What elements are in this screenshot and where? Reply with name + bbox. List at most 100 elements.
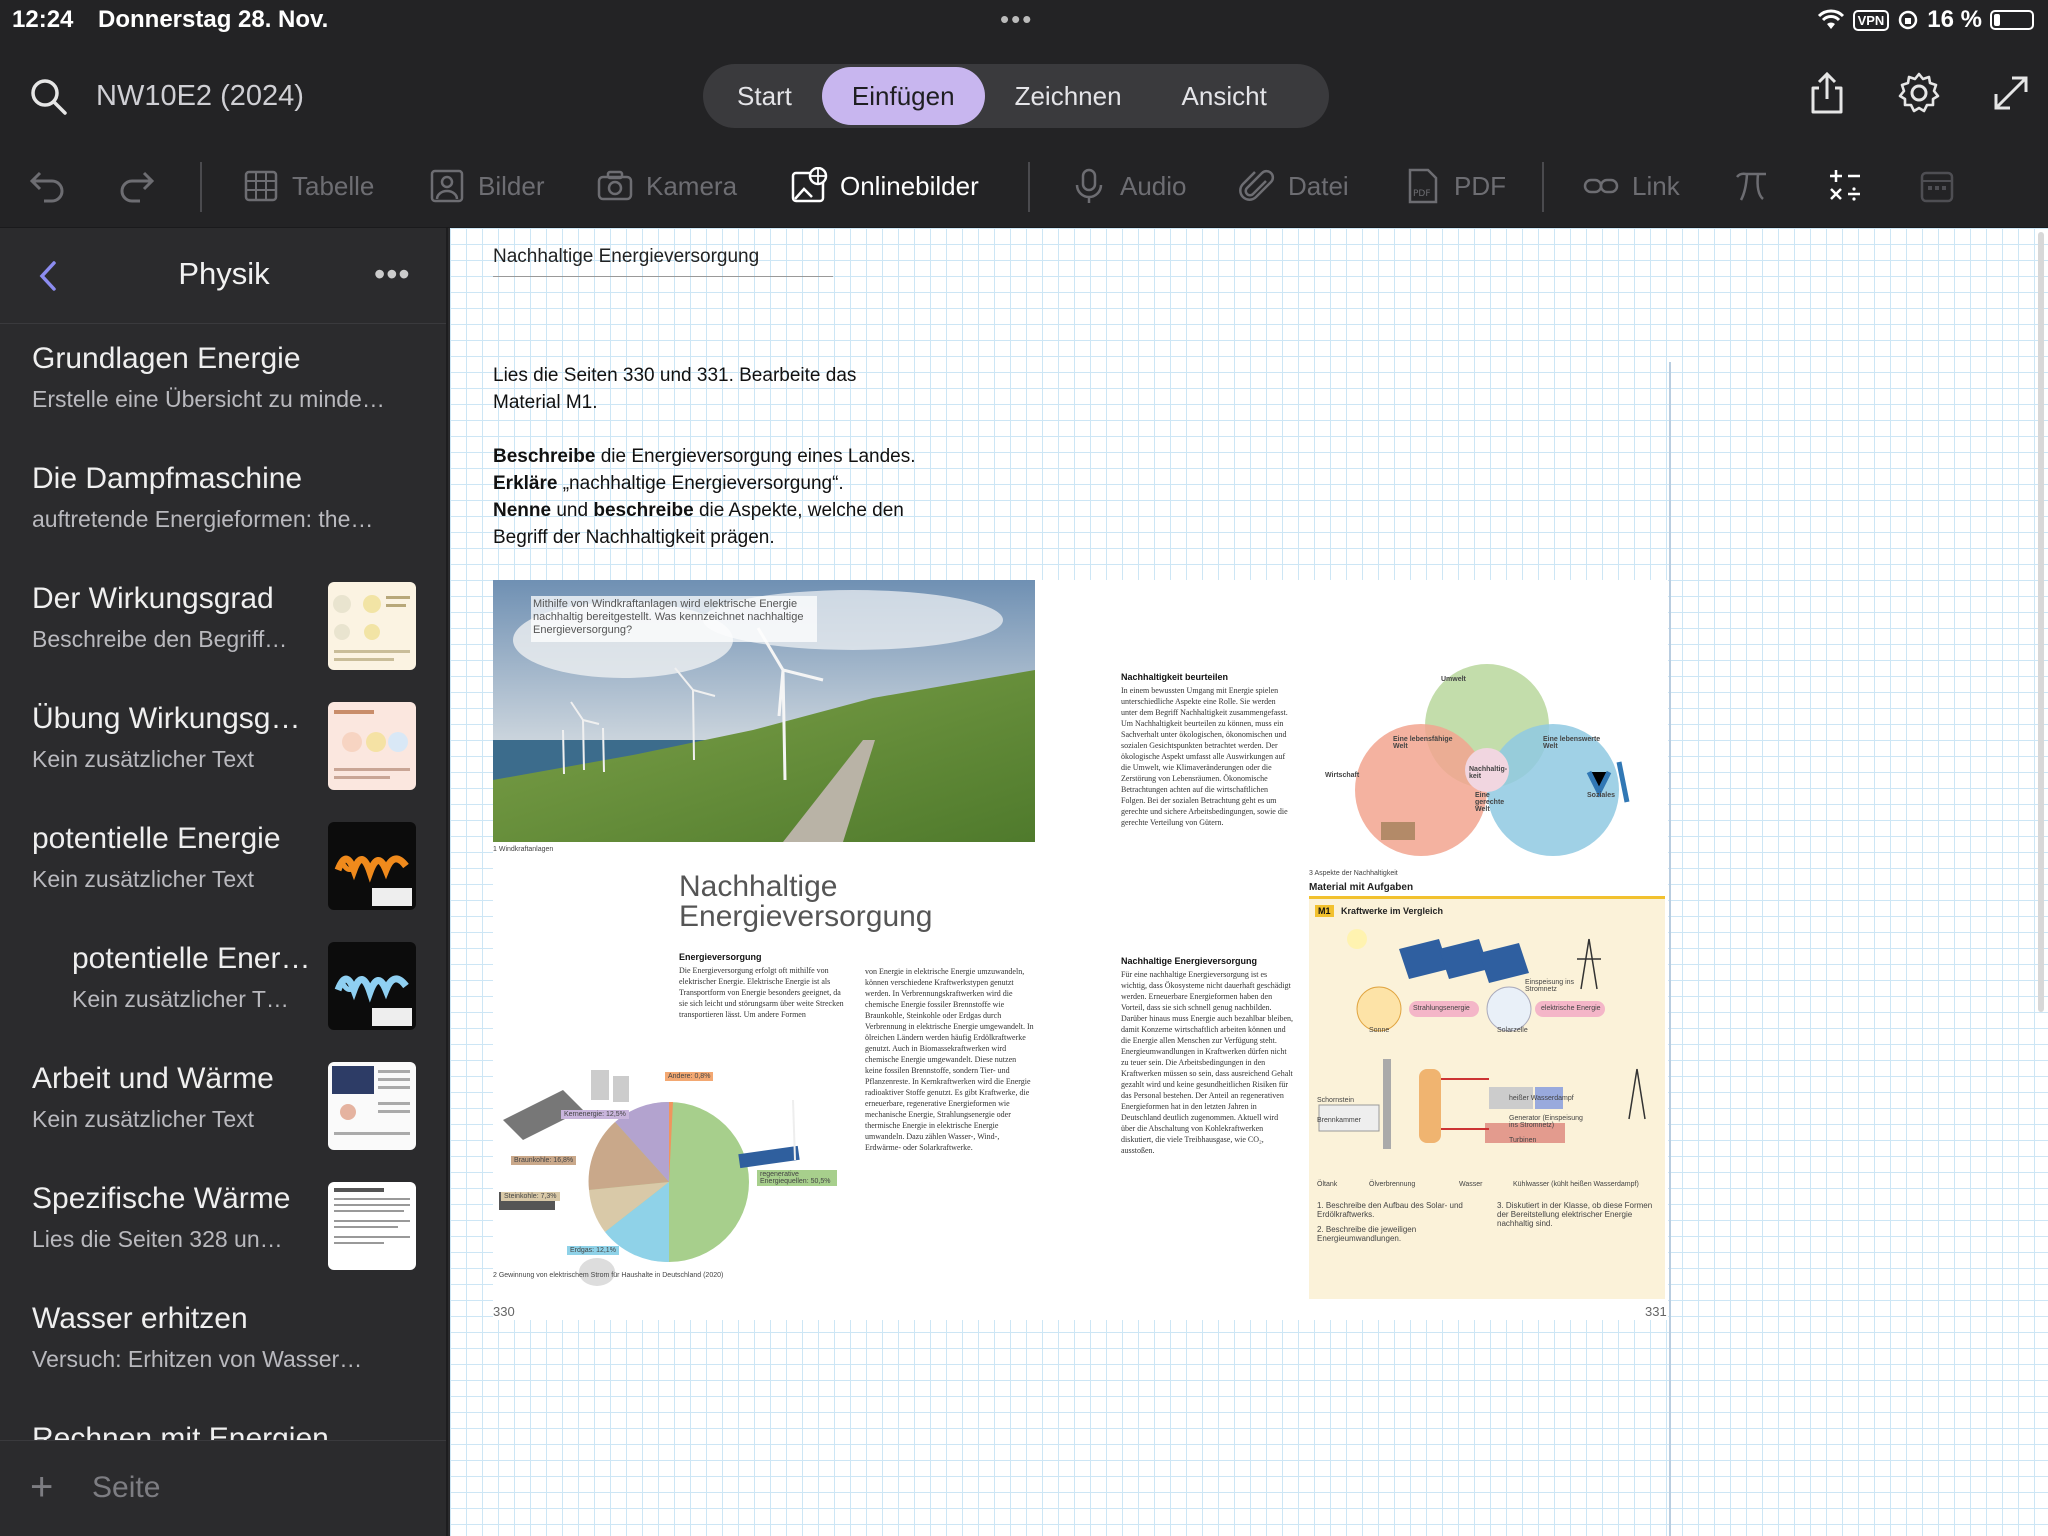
table-icon (244, 170, 278, 202)
page-title: Übung Wirkungsg… (32, 702, 301, 735)
m1-badge: M1 (1315, 905, 1334, 917)
page-item[interactable]: Übung Wirkungsg… Kein zusätzlicher Text (0, 684, 446, 804)
camera-button[interactable]: Kamera (596, 164, 737, 208)
online-images-label: Onlinebilder (840, 170, 979, 201)
pie-label: Andere: 0,8% (665, 1072, 714, 1081)
clock: 12:24 (12, 6, 74, 33)
material-m1-box: M1 Kraftwerke im Vergleich Einspeisung i… (1309, 896, 1665, 1299)
pdf-button[interactable]: PDF PDF (1404, 164, 1506, 208)
page-item[interactable]: potentielle Energie Kein zusätzlicher Te… (0, 804, 446, 924)
page-item[interactable]: Grundlagen Energie Erstelle eine Übersic… (0, 324, 446, 444)
vertical-scrollbar[interactable] (2038, 232, 2044, 1012)
page-item[interactable]: Arbeit und Wärme Kein zusätzlicher Text (0, 1044, 446, 1164)
equation-button[interactable] (1732, 164, 1770, 208)
calendar-button[interactable] (1918, 164, 1956, 208)
page-item[interactable]: Der Wirkungsgrad Beschreibe den Begriff… (0, 564, 446, 684)
paperclip-icon (1239, 169, 1275, 201)
tab-ansicht[interactable]: Ansicht (1152, 67, 1297, 125)
camera-label: Kamera (646, 170, 738, 201)
venn-label: Eine lebenswerte Welt (1543, 736, 1601, 750)
venn-label: Eine lebensfähige Welt (1393, 736, 1453, 750)
orientation-lock-icon (1899, 10, 1918, 30)
m1-task: 2. Beschreibe die jeweiligen Energieumwa… (1317, 1225, 1417, 1243)
microphone-icon (1075, 168, 1103, 203)
pie-label: Braunkohle: 16,8% (511, 1156, 577, 1165)
page-list-sidebar: Physik ••• Grundlagen Energie Erstelle e… (0, 228, 448, 1536)
sustainability-venn-diagram (1355, 664, 1630, 856)
pie-label: Kernenergie: 12,5% (561, 1110, 629, 1119)
page-preview: Kein zusätzlicher Text (32, 1106, 255, 1132)
more-options-icon[interactable]: ••• (374, 256, 411, 293)
venn-label: Wirtschaft (1325, 772, 1360, 779)
page-title: Die Dampfmaschine (32, 462, 303, 495)
add-page-button[interactable]: + Seite (0, 1440, 446, 1536)
page-title: potentielle Ener… (72, 942, 311, 975)
page-number-right: 331 (1645, 1304, 1667, 1319)
online-image-icon (791, 167, 828, 203)
math-button[interactable] (1826, 164, 1864, 208)
textbook-column: Energieversorgung Die Energieversorgung … (679, 952, 844, 1019)
svg-text:PDF: PDF (1413, 189, 1431, 199)
page-thumbnail (328, 582, 416, 670)
redo-icon (120, 171, 155, 203)
figure-caption: 3 Aspekte der Nachhaltigkeit (1309, 870, 1398, 877)
textbook-spread-image[interactable]: Mithilfe von Windkraftanlagen wird elekt… (493, 580, 1668, 1320)
task-name-describe: Nenne und beschreibe die Aspekte, welche… (493, 500, 904, 521)
page-item[interactable]: potentielle Ener… Kein zusätzlicher T… (0, 924, 446, 1044)
instruction-text[interactable]: Lies die Seiten 330 und 331. Bearbeite d… (493, 362, 1033, 551)
page-heading[interactable]: Nachhaltige Energieversorgung (493, 246, 833, 277)
pie-label: Erdgas: 12,1% (567, 1246, 619, 1255)
notebook-title[interactable]: NW10E2 (2024) (96, 80, 304, 113)
page-item[interactable]: Die Dampfmaschine auftretende Energiefor… (0, 444, 446, 564)
image-icon (430, 169, 464, 203)
audio-button[interactable]: Audio (1070, 164, 1187, 208)
pdf-label: PDF (1454, 170, 1506, 201)
battery-icon (1990, 10, 2034, 30)
instruction-line: Lies die Seiten 330 und 331. Bearbeite d… (493, 365, 857, 386)
note-canvas[interactable]: Nachhaltige Energieversorgung Lies die S… (450, 228, 2048, 1536)
page-preview: auftretende Energieformen: the… (32, 506, 374, 532)
calendar-icon (1920, 171, 1954, 203)
date: Donnerstag 28. Nov. (98, 6, 329, 33)
venn-label: Eine gerechte Welt (1475, 792, 1505, 813)
multitasking-dots[interactable]: ••• (1000, 4, 1033, 35)
page-thumbnail (328, 942, 416, 1030)
textbook-column: Nachhaltige Energieversorgung Für eine n… (1121, 956, 1294, 1155)
add-page-label: Seite (92, 1471, 161, 1504)
online-images-button[interactable]: Onlinebilder (790, 164, 979, 208)
page-number-left: 330 (493, 1304, 515, 1319)
ribbon-tabs: Start Einfügen Zeichnen Ansicht (703, 64, 1329, 128)
expand-icon[interactable] (1988, 70, 2034, 116)
page-preview: Kein zusätzlicher Text (32, 746, 255, 772)
share-icon[interactable] (1804, 70, 1850, 116)
toolbar-divider (1028, 162, 1030, 212)
gear-icon[interactable] (1896, 70, 1942, 116)
audio-label: Audio (1120, 170, 1187, 201)
page-preview: Lies die Seiten 328 un… (32, 1226, 283, 1252)
file-button[interactable]: Datei (1238, 164, 1349, 208)
page-title: potentielle Energie (32, 822, 281, 855)
link-button[interactable]: Link (1582, 164, 1680, 208)
table-button[interactable]: Tabelle (242, 164, 374, 208)
sidebar-header: Physik ••• (0, 228, 446, 324)
page-title: Grundlagen Energie (32, 342, 301, 375)
page-item[interactable]: Wasser erhitzen Versuch: Erhitzen von Wa… (0, 1284, 446, 1404)
tab-einfuegen[interactable]: Einfügen (821, 67, 985, 125)
undo-button[interactable] (28, 164, 66, 208)
tab-zeichnen[interactable]: Zeichnen (985, 67, 1152, 125)
page-thumbnail (328, 702, 416, 790)
table-label: Tabelle (292, 170, 375, 201)
page-title: Spezifische Wärme (32, 1182, 291, 1215)
camera-icon (597, 170, 633, 201)
images-label: Bilder (478, 170, 545, 201)
page-item[interactable]: Spezifische Wärme Lies die Seiten 328 un… (0, 1164, 446, 1284)
redo-button[interactable] (118, 164, 156, 208)
search-icon[interactable] (28, 76, 68, 116)
images-button[interactable]: Bilder (428, 164, 544, 208)
tab-start[interactable]: Start (707, 67, 822, 125)
venn-label: Umwelt (1441, 676, 1466, 683)
textbook-column: von Energie in elektrische Energie umzuw… (865, 967, 1034, 1152)
page-preview: Kein zusätzlicher T… (72, 986, 289, 1012)
vpn-badge: VPN (1852, 9, 1890, 31)
page-title: Der Wirkungsgrad (32, 582, 274, 615)
